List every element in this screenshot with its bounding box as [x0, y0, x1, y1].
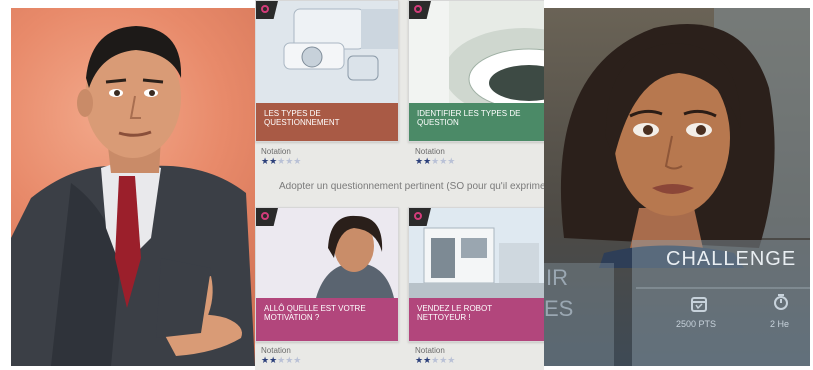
- course-rating: Notation ★★★★★: [415, 346, 455, 366]
- star-rating-icon: ★★★★★: [261, 156, 302, 166]
- rating-label: Notation: [261, 147, 291, 156]
- course-title: ALLÔ QUELLE EST VOTRE MOTIVATION ?: [256, 298, 398, 341]
- course-rating: Notation ★★★★★: [415, 147, 455, 167]
- course-card[interactable]: VENDEZ LE ROBOT NETTOYEUR !: [408, 207, 544, 342]
- star-rating-icon: ★★★★★: [261, 355, 302, 365]
- calendar-icon: [691, 297, 707, 312]
- rating-label: Notation: [415, 147, 445, 156]
- partial-menu-label: ES: [544, 296, 574, 321]
- challenge-duration: 2 He: [770, 319, 790, 329]
- course-rating: Notation ★★★★★: [261, 346, 301, 366]
- course-card[interactable]: LES TYPES DE QUESTIONNEMENT: [255, 0, 399, 142]
- course-catalog: LES TYPES DE QUESTIONNEMENT Notation ★★★…: [255, 0, 544, 370]
- timer-icon: [774, 294, 788, 310]
- section-title: Adopter un questionnement pertinent (SO …: [279, 182, 544, 192]
- course-card[interactable]: IDENTIFIER LES TYPES DE QUESTION: [408, 0, 544, 142]
- play-icon: [261, 212, 269, 220]
- play-icon: [414, 5, 422, 13]
- questionnaire-thumbnail: [256, 1, 398, 103]
- course-title: IDENTIFIER LES TYPES DE QUESTION: [409, 103, 544, 141]
- woman-illustration: [544, 8, 810, 366]
- businessman-figure: [11, 26, 255, 366]
- play-icon: [261, 5, 269, 13]
- play-icon: [414, 212, 422, 220]
- robot-store-thumbnail: [409, 208, 544, 298]
- challenge-points: 2500 PTS: [676, 319, 717, 329]
- course-title: LES TYPES DE QUESTIONNEMENT: [256, 103, 398, 141]
- partial-menu-label: IR: [546, 265, 568, 290]
- rating-label: Notation: [415, 346, 445, 355]
- challenge-screen: IR ES CHALLENGE 2500 PTS 2 He: [544, 8, 810, 366]
- businessman-illustration: [11, 8, 255, 366]
- challenge-title[interactable]: CHALLENGE: [666, 248, 796, 271]
- rating-label: Notation: [261, 346, 291, 355]
- star-rating-icon: ★★★★★: [415, 156, 456, 166]
- course-rating: Notation ★★★★★: [261, 147, 301, 167]
- question-types-thumbnail: [409, 1, 544, 103]
- star-rating-icon: ★★★★★: [415, 355, 456, 365]
- course-title: VENDEZ LE ROBOT NETTOYEUR !: [409, 298, 544, 341]
- course-card[interactable]: ALLÔ QUELLE EST VOTRE MOTIVATION ?: [255, 207, 399, 342]
- woman-phone-thumbnail: [256, 208, 398, 298]
